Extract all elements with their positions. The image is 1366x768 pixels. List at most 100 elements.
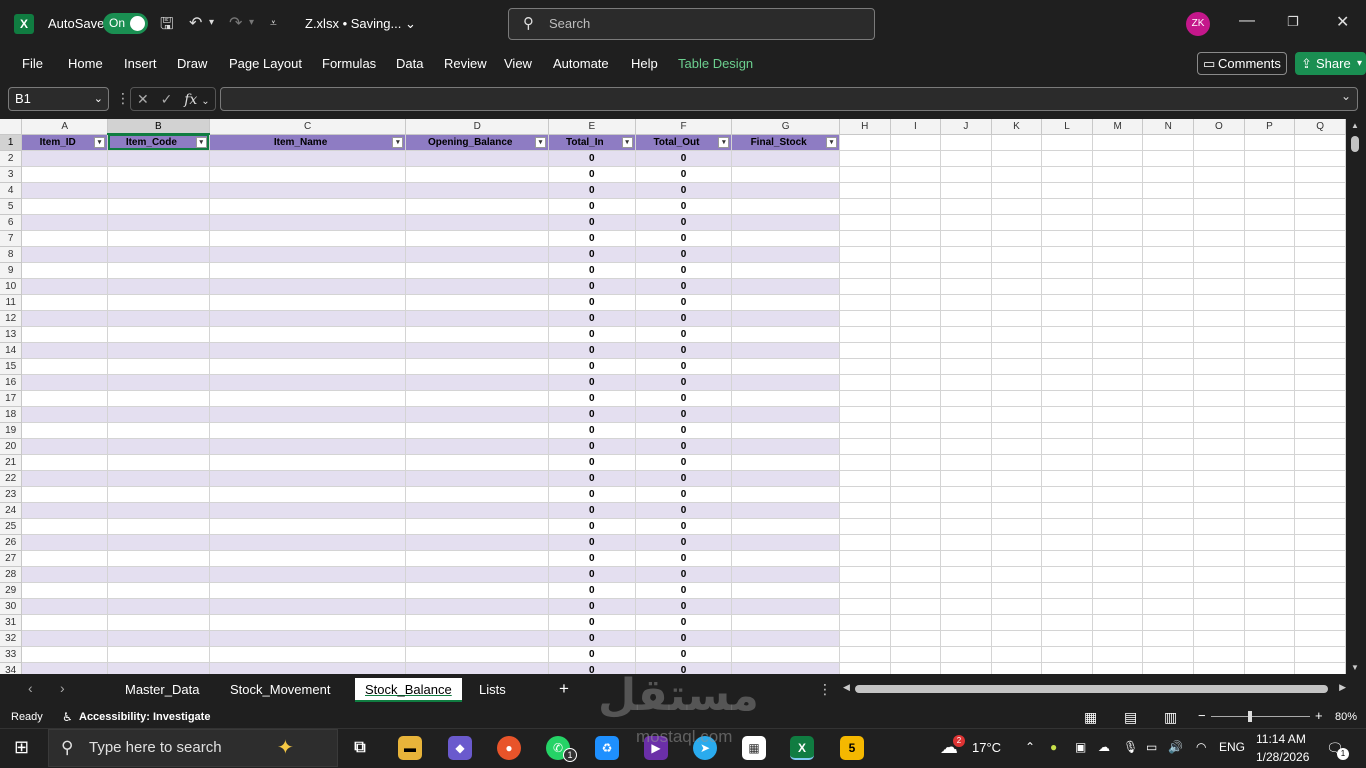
cell[interactable]	[940, 486, 992, 503]
table-cell[interactable]: 0	[635, 326, 733, 343]
table-cell[interactable]	[405, 406, 549, 423]
cell[interactable]	[1193, 294, 1245, 311]
table-cell[interactable]	[209, 454, 407, 471]
cell[interactable]	[991, 662, 1043, 674]
recycle-app-icon[interactable]: ♻	[595, 736, 619, 760]
close-icon[interactable]: ✕	[1336, 12, 1349, 32]
store-icon[interactable]: ▦	[742, 736, 766, 760]
cell[interactable]	[1092, 310, 1144, 327]
cell[interactable]	[1244, 262, 1296, 279]
cell[interactable]	[1294, 358, 1346, 375]
table-cell[interactable]	[209, 166, 407, 183]
table-cell[interactable]	[21, 246, 109, 263]
cell[interactable]	[1041, 438, 1093, 455]
cell[interactable]	[940, 342, 992, 359]
table-cell[interactable]	[405, 326, 549, 343]
cell[interactable]	[890, 454, 942, 471]
table-cell[interactable]	[21, 438, 109, 455]
table-cell[interactable]	[21, 262, 109, 279]
table-cell[interactable]	[21, 214, 109, 231]
cell[interactable]	[839, 470, 891, 487]
cell[interactable]	[1041, 598, 1093, 615]
table-cell[interactable]: 0	[635, 198, 733, 215]
cell[interactable]	[940, 214, 992, 231]
cell[interactable]	[1193, 278, 1245, 295]
cell[interactable]	[1041, 422, 1093, 439]
table-cell[interactable]: 0	[548, 502, 636, 519]
cell[interactable]	[839, 630, 891, 647]
cell[interactable]	[1193, 246, 1245, 263]
table-cell[interactable]	[21, 614, 109, 631]
cell[interactable]	[839, 486, 891, 503]
table-cell[interactable]	[405, 246, 549, 263]
table-cell[interactable]	[209, 230, 407, 247]
table-cell[interactable]	[731, 342, 840, 359]
table-cell[interactable]: 0	[548, 598, 636, 615]
cell[interactable]	[1193, 374, 1245, 391]
table-cell[interactable]	[405, 166, 549, 183]
cell[interactable]	[1294, 198, 1346, 215]
table-cell[interactable]	[21, 150, 109, 167]
search-box[interactable]: ⚲ Search	[508, 8, 875, 40]
cell[interactable]	[1041, 294, 1093, 311]
cell[interactable]	[1193, 198, 1245, 215]
table-cell[interactable]: 0	[548, 214, 636, 231]
cell[interactable]	[940, 534, 992, 551]
table-cell[interactable]: 0	[635, 358, 733, 375]
table-cell[interactable]	[107, 406, 210, 423]
horizontal-scroll-thumb[interactable]	[855, 685, 1328, 693]
table-cell[interactable]: 0	[635, 374, 733, 391]
cell[interactable]	[1092, 406, 1144, 423]
cell[interactable]	[1294, 326, 1346, 343]
table-cell[interactable]	[405, 502, 549, 519]
cell[interactable]	[1092, 390, 1144, 407]
cell[interactable]	[1041, 518, 1093, 535]
row-header[interactable]: 30	[0, 598, 23, 615]
table-cell[interactable]: 0	[635, 246, 733, 263]
table-cell[interactable]	[209, 422, 407, 439]
table-cell[interactable]	[405, 278, 549, 295]
cell[interactable]	[890, 534, 942, 551]
cell[interactable]	[991, 358, 1043, 375]
table-cell[interactable]: 0	[548, 358, 636, 375]
cell[interactable]	[890, 150, 942, 167]
filter-dropdown-icon[interactable]: ▾	[535, 136, 546, 148]
row-header[interactable]: 21	[0, 454, 23, 471]
cell[interactable]	[1092, 614, 1144, 631]
table-cell[interactable]	[107, 422, 210, 439]
table-cell[interactable]	[21, 278, 109, 295]
table-cell[interactable]: 0	[548, 582, 636, 599]
customize-toolbar-icon[interactable]: ⩡	[270, 16, 277, 31]
cell[interactable]	[839, 662, 891, 674]
cell[interactable]	[1041, 230, 1093, 247]
cell[interactable]	[1142, 278, 1195, 295]
row-header[interactable]: 13	[0, 326, 23, 343]
cell[interactable]	[890, 422, 942, 439]
cell[interactable]	[839, 214, 891, 231]
row-header[interactable]: 12	[0, 310, 23, 327]
cell[interactable]	[1092, 454, 1144, 471]
cell[interactable]	[1092, 374, 1144, 391]
table-cell[interactable]	[731, 438, 840, 455]
table-cell[interactable]	[107, 358, 210, 375]
cell[interactable]	[1041, 134, 1093, 151]
tab-automate[interactable]: Automate	[553, 56, 609, 71]
cell[interactable]	[839, 646, 891, 663]
worksheet-table[interactable]: ABCDEFGHIJKLMNOPQ 1 Item_ID ▾ Item_Code ▾ Ite…	[0, 119, 1346, 674]
table-cell[interactable]: 0	[635, 566, 733, 583]
cell[interactable]	[1193, 470, 1245, 487]
cell[interactable]	[991, 310, 1043, 327]
cell[interactable]	[991, 550, 1043, 567]
cell[interactable]	[1092, 518, 1144, 535]
table-cell[interactable]	[21, 582, 109, 599]
table-cell[interactable]	[107, 598, 210, 615]
row-header[interactable]: 29	[0, 582, 23, 599]
table-cell[interactable]	[405, 390, 549, 407]
cell[interactable]	[1244, 374, 1296, 391]
undo-dropdown-icon[interactable]: ▾	[209, 17, 214, 28]
cell[interactable]	[890, 630, 942, 647]
cell[interactable]	[940, 262, 992, 279]
table-cell[interactable]	[731, 278, 840, 295]
table-cell[interactable]	[107, 310, 210, 327]
table-header-cell[interactable]: Total_Out ▾	[635, 134, 733, 151]
